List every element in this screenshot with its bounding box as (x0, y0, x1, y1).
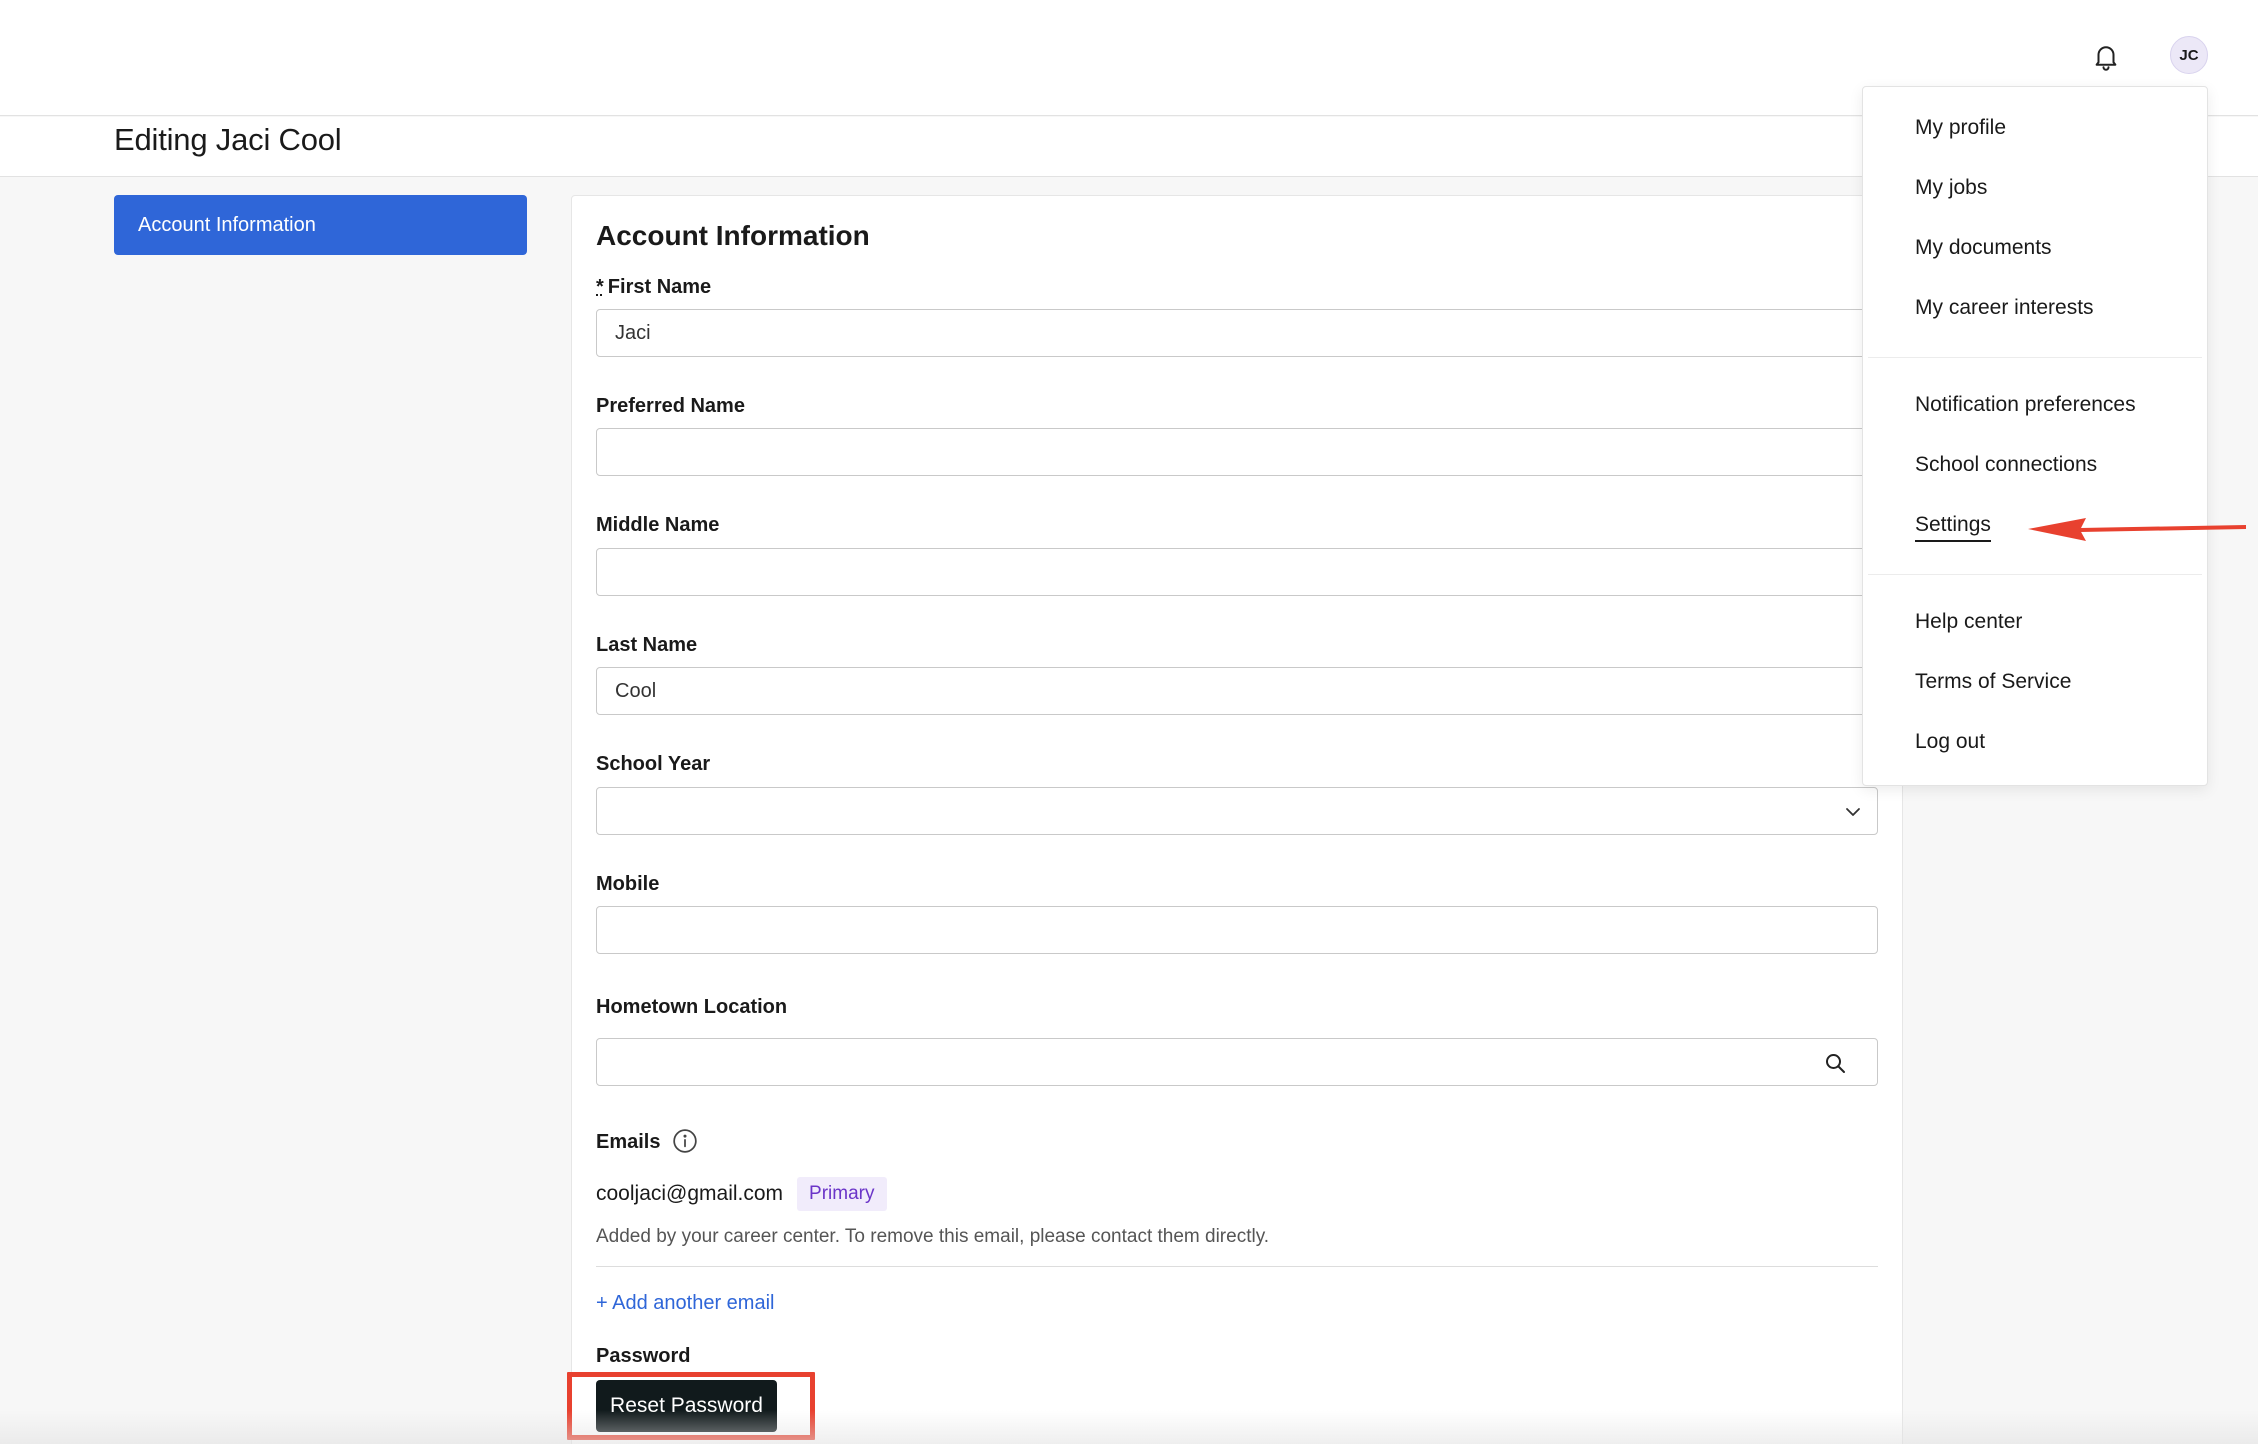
password-label: Password (596, 1345, 691, 1367)
divider (596, 1266, 1878, 1267)
menu-item-my-profile[interactable]: My profile (1915, 116, 2006, 140)
emails-label: Emails (596, 1131, 661, 1153)
first-name-label: * First Name (596, 276, 712, 298)
menu-item-help-center[interactable]: Help center (1915, 610, 2022, 634)
menu-item-my-jobs[interactable]: My jobs (1915, 176, 1987, 200)
sidebar-item-label: Account Information (138, 213, 316, 236)
menu-item-my-career-interests[interactable]: My career interests (1915, 296, 2094, 320)
menu-item-notification-preferences[interactable]: Notification preferences (1915, 393, 2136, 417)
avatar[interactable]: JC (2170, 36, 2208, 74)
menu-item-my-documents[interactable]: My documents (1915, 236, 2052, 260)
menu-separator (1868, 574, 2202, 575)
chevron-down-icon (1846, 808, 1860, 816)
required-marker: * (596, 276, 604, 298)
menu-item-terms-of-service[interactable]: Terms of Service (1915, 670, 2071, 694)
mobile-label: Mobile (596, 873, 660, 895)
middle-name-input[interactable] (596, 548, 1878, 596)
search-icon[interactable] (1823, 1051, 1847, 1075)
preferred-name-label: Preferred Name (596, 395, 745, 417)
page-title: Editing Jaci Cool (114, 122, 342, 157)
preferred-name-input[interactable] (596, 428, 1878, 476)
bell-icon[interactable] (2088, 38, 2124, 74)
first-name-input[interactable]: Jaci (596, 309, 1878, 357)
last-name-label: Last Name (596, 634, 698, 656)
menu-item-settings[interactable]: Settings (1915, 513, 1991, 542)
mobile-input[interactable] (596, 906, 1878, 954)
email-note: Added by your career center. To remove t… (596, 1226, 1270, 1247)
email-address: cooljaci@gmail.com (596, 1182, 784, 1205)
add-email-link[interactable]: + Add another email (596, 1292, 774, 1315)
menu-item-school-connections[interactable]: School connections (1915, 453, 2097, 477)
menu-item-log-out[interactable]: Log out (1915, 730, 1985, 754)
info-icon[interactable] (672, 1128, 698, 1154)
school-year-label: School Year (596, 753, 711, 775)
school-year-select[interactable] (596, 787, 1878, 835)
arrow-left-annotation (2028, 518, 2246, 541)
primary-badge: Primary (797, 1177, 887, 1211)
hometown-input[interactable] (596, 1038, 1878, 1086)
menu-separator (1868, 357, 2202, 358)
hometown-label: Hometown Location (596, 996, 788, 1018)
sidebar-item-account-information[interactable]: Account Information (114, 195, 527, 255)
reset-password-button[interactable]: Reset Password (596, 1380, 777, 1432)
middle-name-label: Middle Name (596, 514, 720, 536)
email-row: cooljaci@gmail.com Primary (596, 1176, 887, 1212)
card-title: Account Information (596, 220, 870, 251)
last-name-input[interactable]: Cool (596, 667, 1878, 715)
